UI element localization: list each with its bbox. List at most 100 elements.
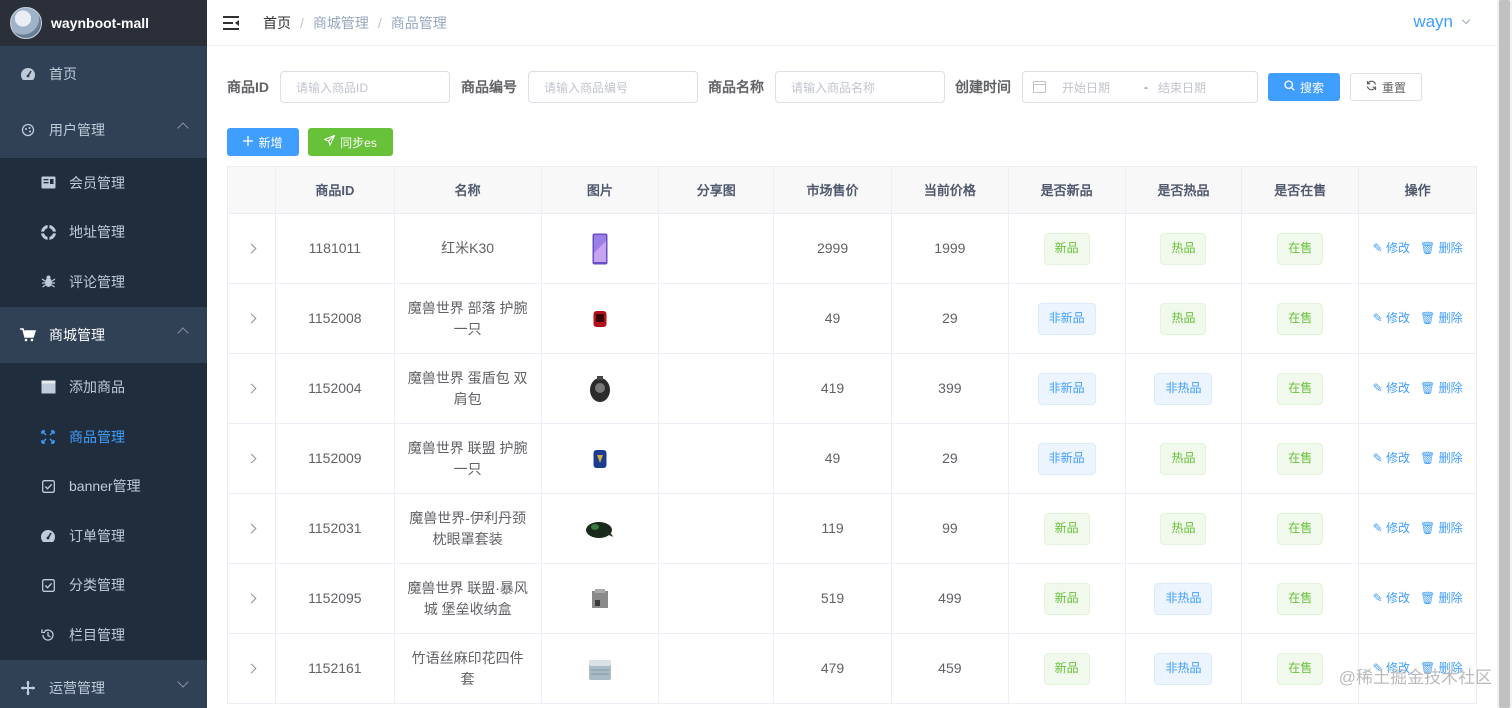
current-price-cell: 499 — [892, 564, 1009, 633]
breadcrumb-mall[interactable]: 商城管理 — [313, 13, 369, 33]
share-image-cell — [659, 494, 775, 563]
market-price-cell: 479 — [774, 634, 892, 703]
delete-button[interactable]: 🗑 删除 — [1420, 378, 1463, 399]
date-range-picker[interactable]: 开始日期 - 结束日期 — [1022, 71, 1258, 103]
expand-cell[interactable] — [228, 424, 276, 493]
logo[interactable]: waynboot-mall — [0, 0, 207, 46]
scrollbar[interactable] — [1497, 0, 1512, 708]
sidebar-item-add-goods[interactable]: 添加商品 — [0, 363, 207, 413]
hamburger-icon[interactable] — [223, 15, 241, 30]
chevron-right-icon[interactable] — [246, 453, 257, 464]
scrollbar-thumb[interactable] — [1499, 0, 1510, 708]
is-new-cell: 非新品 — [1009, 354, 1126, 423]
trash-icon: 🗑 — [1420, 451, 1439, 465]
delete-button[interactable]: 🗑 删除 — [1420, 238, 1463, 259]
table-body: 1181011 红米K30 2999 1999 新品 热品 在售 ✎ 修改 🗑 删除 115200… — [228, 214, 1476, 704]
goods-image-cell — [542, 564, 660, 633]
goods-sn-input[interactable]: 请输入商品编号 — [528, 71, 698, 103]
column-header: 图片 — [541, 167, 660, 213]
sidebar-item-comment[interactable]: 评论管理 — [0, 257, 207, 307]
goods-name-input[interactable]: 请输入商品名称 — [775, 71, 945, 103]
sidebar-item-address[interactable]: 地址管理 — [0, 208, 207, 258]
sidebar-item-category[interactable]: 分类管理 — [0, 561, 207, 611]
sidebar-item-banner[interactable]: banner管理 — [0, 462, 207, 512]
goods-image[interactable] — [585, 441, 615, 477]
delete-label: 删除 — [1438, 521, 1463, 535]
goods-image[interactable] — [585, 651, 615, 687]
sidebar-item-label: 分类管理 — [69, 577, 125, 594]
breadcrumb-goods: 商品管理 — [390, 14, 447, 31]
trash-icon: 🗑 — [1420, 381, 1439, 395]
on-sale-cell: 在售 — [1242, 564, 1360, 633]
column-header: 是否新品 — [1008, 167, 1126, 213]
expand-cell[interactable] — [228, 354, 276, 423]
expand-cell[interactable] — [228, 564, 276, 633]
is-hot-tag: 非热品 — [1154, 652, 1213, 685]
edit-button[interactable]: ✎ 修改 — [1373, 238, 1410, 259]
delete-button[interactable]: 🗑 删除 — [1420, 588, 1463, 609]
user-dropdown[interactable]: wayn — [1413, 12, 1471, 32]
on-sale-tag: 在售 — [1277, 582, 1324, 615]
chevron-right-icon[interactable] — [246, 313, 257, 324]
delete-button[interactable]: 🗑 删除 — [1420, 448, 1463, 469]
expand-cell[interactable] — [228, 284, 276, 353]
sidebar-item-home[interactable]: 首页 — [0, 46, 207, 102]
actions-cell: ✎ 修改 🗑 删除 — [1359, 564, 1476, 633]
chevron-right-icon[interactable] — [246, 593, 257, 604]
edit-button[interactable]: ✎ 修改 — [1373, 378, 1410, 399]
sidebar-item-label: 运营管理 — [49, 679, 105, 696]
goods-id-cell: 1152095 — [276, 564, 395, 633]
goods-image[interactable] — [585, 231, 615, 267]
sidebar-item-member[interactable]: 会员管理 — [0, 158, 207, 208]
is-hot-cell: 非热品 — [1126, 564, 1243, 633]
edit-button[interactable]: ✎ 修改 — [1373, 588, 1410, 609]
add-button[interactable]: 新增 — [227, 128, 299, 156]
search-icon — [1284, 80, 1295, 94]
sidebar-item-order[interactable]: 订单管理 — [0, 511, 207, 561]
expand-cell[interactable] — [228, 214, 276, 283]
column-header: 操作 — [1359, 167, 1477, 213]
goods-table: 商品ID 名称 图片 分享图 市场售价 当前价格 是否新品 是否热品 是否在售 操作 118101… — [227, 166, 1477, 704]
goods-image[interactable] — [585, 301, 615, 337]
goods-name-cell: 魔兽世界 部落 护腕 一只 — [395, 284, 542, 353]
is-new-tag: 新品 — [1043, 652, 1090, 685]
sidebar-item-column[interactable]: 栏目管理 — [0, 610, 207, 660]
sidebar-item-mall-management[interactable]: 商城管理 — [0, 307, 207, 363]
chevron-right-icon[interactable] — [246, 523, 257, 534]
column-header: 是否热品 — [1125, 167, 1243, 213]
reset-button[interactable]: 重置 — [1350, 73, 1422, 101]
sync-es-button[interactable]: 同步es — [308, 128, 393, 156]
is-new-tag: 新品 — [1043, 582, 1090, 615]
edit-button[interactable]: ✎ 修改 — [1373, 308, 1410, 329]
start-date-input[interactable]: 开始日期 — [1062, 79, 1134, 96]
chevron-right-icon[interactable] — [246, 383, 257, 394]
chevron-right-icon[interactable] — [246, 243, 257, 254]
on-sale-cell: 在售 — [1242, 354, 1360, 423]
is-hot-tag: 热品 — [1160, 232, 1207, 265]
sidebar-item-goods-management[interactable]: 商品管理 — [0, 412, 207, 462]
is-hot-cell: 热品 — [1126, 214, 1243, 283]
chevron-right-icon[interactable] — [246, 663, 257, 674]
goods-image[interactable] — [585, 581, 615, 617]
sidebar-item-operations[interactable]: 运营管理 — [0, 660, 207, 708]
market-price-cell: 49 — [774, 284, 892, 353]
goods-id-input[interactable]: 请输入商品ID — [280, 71, 450, 103]
delete-button[interactable]: 🗑 删除 — [1420, 308, 1463, 329]
goods-image-cell — [542, 424, 660, 493]
delete-button[interactable]: 🗑 删除 — [1420, 518, 1463, 539]
goods-id-cell: 1152031 — [276, 494, 395, 563]
expand-cell[interactable] — [228, 634, 276, 703]
search-button[interactable]: 搜索 — [1268, 73, 1340, 101]
address-icon — [40, 224, 56, 240]
goods-image[interactable] — [585, 371, 615, 407]
submenu-mall: 添加商品 商品管理 banner管理 订单管理 分类管理 栏目管理 — [0, 362, 207, 660]
column-header: 是否在售 — [1242, 167, 1360, 213]
expand-cell[interactable] — [228, 494, 276, 563]
breadcrumb-home[interactable]: 首页 — [263, 13, 291, 33]
edit-button[interactable]: ✎ 修改 — [1373, 518, 1410, 539]
sidebar-item-user-management[interactable]: 用户管理 — [0, 102, 207, 158]
end-date-input[interactable]: 结束日期 — [1158, 79, 1206, 96]
breadcrumb-separator: / — [300, 14, 304, 31]
goods-image[interactable] — [585, 511, 615, 547]
edit-button[interactable]: ✎ 修改 — [1373, 448, 1410, 469]
